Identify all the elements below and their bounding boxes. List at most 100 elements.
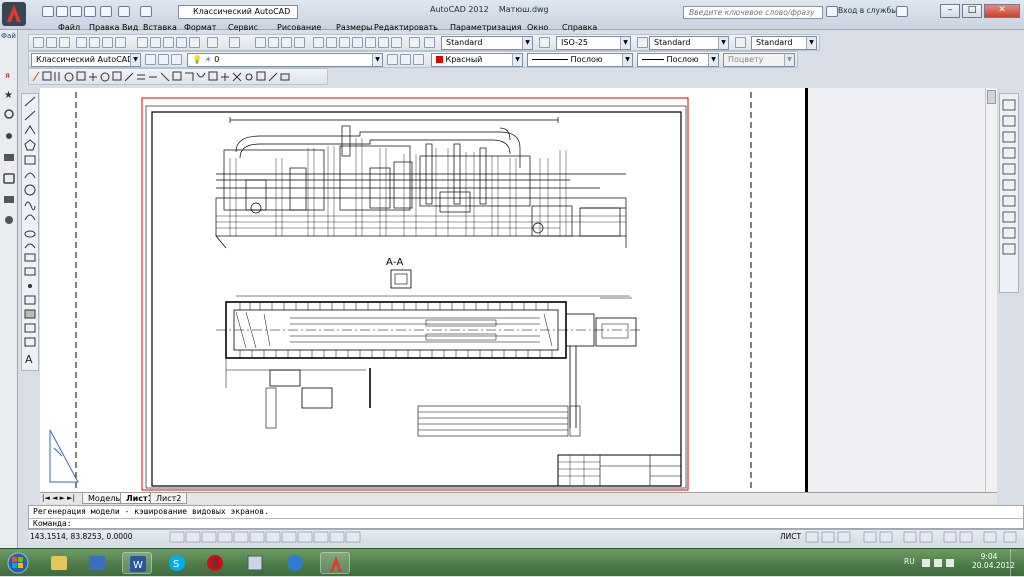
- match-properties-icon[interactable]: [176, 37, 187, 48]
- table-style-select[interactable]: Standard ▼: [649, 36, 729, 50]
- tool-palettes-icon[interactable]: [339, 37, 350, 48]
- color-select[interactable]: Красный ▼: [431, 53, 523, 67]
- command-prompt[interactable]: Команда:: [33, 519, 72, 528]
- text-style-select[interactable]: Standard ▼: [441, 36, 533, 50]
- plot-icon[interactable]: [100, 6, 112, 17]
- cut-icon[interactable]: [137, 37, 148, 48]
- menu-format[interactable]: Формат: [184, 23, 216, 32]
- vertical-scrollbar[interactable]: [985, 88, 997, 492]
- quickcalc-icon[interactable]: [378, 37, 389, 48]
- space-toggle[interactable]: ЛИСТ: [780, 532, 801, 541]
- table-style-icon[interactable]: [637, 37, 648, 48]
- left-panel: Фай я ★: [0, 30, 18, 548]
- layer-manager-icon[interactable]: [158, 54, 169, 65]
- properties-icon[interactable]: [313, 37, 324, 48]
- menu-view[interactable]: Вид: [122, 23, 138, 32]
- save-icon[interactable]: [70, 6, 82, 17]
- print-icon[interactable]: [76, 37, 87, 48]
- open-icon[interactable]: [56, 6, 68, 17]
- zoom-realtime-icon[interactable]: [268, 37, 279, 48]
- make-current-icon[interactable]: [387, 54, 398, 65]
- redo-icon[interactable]: [140, 6, 152, 17]
- taskbar-autocad-icon[interactable]: [320, 552, 350, 574]
- tab-nav-arrows[interactable]: |◄ ◄ ► ►|: [42, 494, 75, 502]
- taskbar-browser-icon[interactable]: [280, 552, 310, 574]
- close-button[interactable]: ✕: [984, 4, 1020, 18]
- maximize-button[interactable]: □: [962, 4, 982, 18]
- block-editor-icon[interactable]: [189, 37, 200, 48]
- tray-icons[interactable]: [920, 556, 970, 570]
- taskbar-app-icon[interactable]: [240, 552, 270, 574]
- language-indicator[interactable]: RU: [904, 557, 915, 566]
- new-icon[interactable]: [42, 6, 54, 17]
- open-file-icon[interactable]: [46, 37, 57, 48]
- show-desktop-button[interactable]: [1010, 549, 1024, 577]
- view-toolbar: [999, 93, 1019, 293]
- menu-dimensions[interactable]: Размеры: [336, 23, 372, 32]
- dim-style-icon[interactable]: [539, 37, 550, 48]
- layer-state-icon[interactable]: [171, 54, 182, 65]
- tab-layout2[interactable]: Лист2: [150, 493, 188, 504]
- paste-icon[interactable]: [163, 37, 174, 48]
- lineweight-select[interactable]: Послою ▼: [637, 53, 719, 67]
- taskbar-word-icon[interactable]: W: [122, 552, 152, 574]
- undo-icon[interactable]: [118, 6, 130, 17]
- qnew-icon[interactable]: [33, 37, 44, 48]
- 3d-print-icon[interactable]: [115, 37, 126, 48]
- search-icon[interactable]: [826, 6, 838, 17]
- minimize-button[interactable]: –: [940, 4, 960, 18]
- undo-tb-icon[interactable]: [207, 37, 218, 48]
- menu-tools[interactable]: Сервис: [228, 23, 258, 32]
- drafting-toggles[interactable]: [168, 531, 508, 543]
- start-button[interactable]: [4, 552, 34, 574]
- preview-icon[interactable]: [89, 37, 100, 48]
- zoom-previous-icon[interactable]: [294, 37, 305, 48]
- 3d-icon[interactable]: [409, 37, 420, 48]
- text-style-icon[interactable]: [424, 37, 435, 48]
- svg-text:W: W: [133, 560, 143, 571]
- design-center-icon[interactable]: [326, 37, 337, 48]
- status-tray-icons[interactable]: [804, 531, 1024, 543]
- menu-draw[interactable]: Рисование: [277, 23, 321, 32]
- save-file-icon[interactable]: [59, 37, 70, 48]
- left-strip-label: Фай: [1, 32, 16, 40]
- coordinates-readout[interactable]: 143.1514, 83.8253, 0.0000: [30, 532, 133, 541]
- sheet-set-icon[interactable]: [352, 37, 363, 48]
- workspace-select[interactable]: Классический AutoCAD: [178, 5, 298, 19]
- menu-modify[interactable]: Редактировать: [374, 23, 438, 32]
- command-window[interactable]: Регенерация модели - кэширование видовых…: [28, 505, 1024, 529]
- markup-icon[interactable]: [365, 37, 376, 48]
- layer-iso-icon[interactable]: [413, 54, 424, 65]
- menu-help[interactable]: Справка: [562, 23, 597, 32]
- menu-insert[interactable]: Вставка: [143, 23, 177, 32]
- menu-edit[interactable]: Правка: [89, 23, 119, 32]
- saveas-icon[interactable]: [84, 6, 96, 17]
- help-icon[interactable]: [896, 6, 908, 17]
- multileader-style-select[interactable]: Standard ▼: [751, 36, 817, 50]
- taskbar-media-icon[interactable]: [82, 552, 112, 574]
- signin-link[interactable]: Вход в службы: [838, 6, 897, 15]
- workspace-combo[interactable]: Классический AutoCAD ▼: [31, 53, 141, 67]
- search-input[interactable]: Введите ключевое слово/фразу: [683, 6, 823, 19]
- copy-icon[interactable]: [150, 37, 161, 48]
- publish-icon[interactable]: [102, 37, 113, 48]
- pan-icon[interactable]: [255, 37, 266, 48]
- layer-select[interactable]: 💡 ☀ 0 ▼: [187, 53, 383, 67]
- linetype-select[interactable]: Послою ▼: [527, 53, 633, 67]
- windows-taskbar: W S RU 9:04 20.04.2012: [0, 548, 1024, 577]
- dim-style-select[interactable]: ISO-25 ▼: [556, 36, 631, 50]
- workspace-settings-icon[interactable]: [145, 54, 156, 65]
- taskbar-skype-icon[interactable]: S: [162, 552, 192, 574]
- menu-parametric[interactable]: Параметризация: [450, 23, 521, 32]
- taskbar-opera-icon[interactable]: [200, 552, 230, 574]
- help-tb-icon[interactable]: [391, 37, 402, 48]
- menu-file[interactable]: Файл: [58, 23, 80, 32]
- scroll-thumb[interactable]: [987, 90, 996, 104]
- redo-tb-icon[interactable]: [229, 37, 240, 48]
- zoom-window-icon[interactable]: [281, 37, 292, 48]
- taskbar-explorer-icon[interactable]: [44, 552, 74, 574]
- clock[interactable]: 9:04 20.04.2012: [972, 552, 1015, 570]
- layer-previous-icon[interactable]: [400, 54, 411, 65]
- multileader-style-icon[interactable]: [735, 37, 746, 48]
- menu-window[interactable]: Окно: [527, 23, 548, 32]
